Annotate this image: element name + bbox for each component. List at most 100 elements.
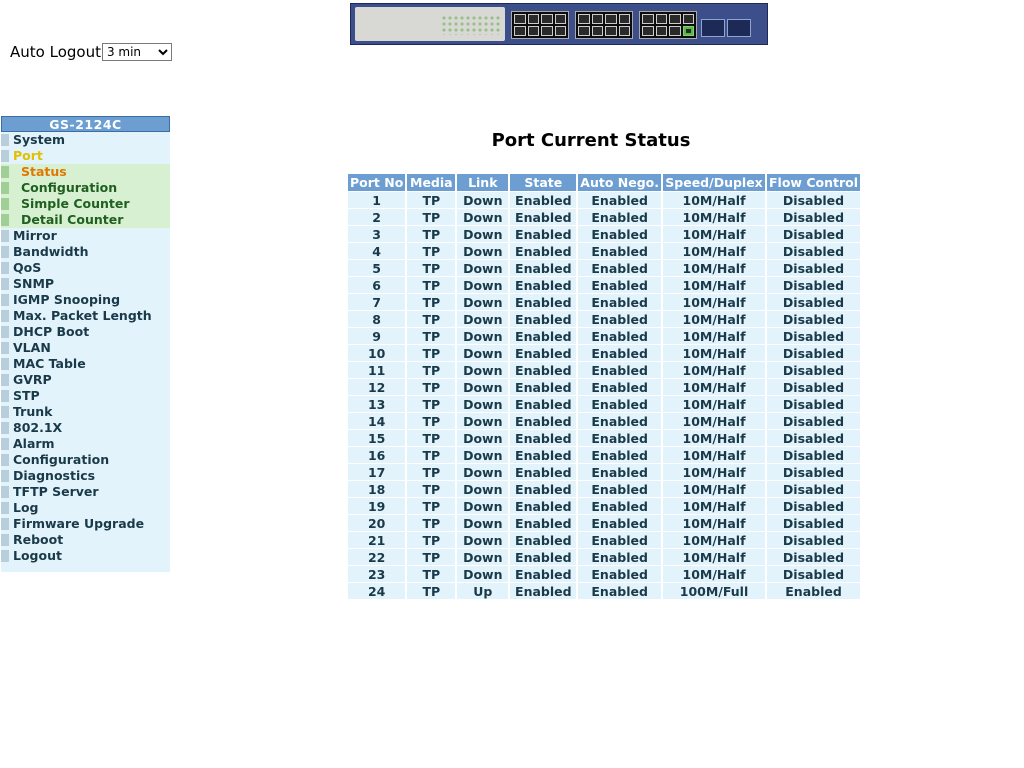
table-cell-port-no: 4 <box>348 243 406 259</box>
table-cell-auto-nego: Enabled <box>578 277 662 293</box>
sidebar-item-bandwidth[interactable]: Bandwidth <box>1 244 170 260</box>
table-row: 22 TP Down Enabled Enabled 10M/Half Disabled <box>348 549 861 565</box>
column-header-auto-nego: Auto Nego. <box>578 174 662 191</box>
sidebar-item-dhcp-boot[interactable]: DHCP Boot <box>1 324 170 340</box>
table-cell-auto-nego: Enabled <box>578 447 662 463</box>
sidebar-item-label: Mirror <box>13 228 57 243</box>
submenu-bullet-icon <box>1 182 9 194</box>
sidebar-item-logout[interactable]: Logout <box>1 548 170 564</box>
sidebar-item-configuration[interactable]: Configuration <box>1 452 170 468</box>
table-cell-state: Enabled <box>510 464 577 480</box>
table-cell-flow-control: Disabled <box>767 345 861 361</box>
table-cell-flow-control: Disabled <box>767 379 861 395</box>
auto-logout-control: Auto Logout 3 min <box>10 43 172 61</box>
sidebar-item-firmware-upgrade[interactable]: Firmware Upgrade <box>1 516 170 532</box>
table-cell-port-no: 23 <box>348 566 406 582</box>
sidebar-item-log[interactable]: Log <box>1 500 170 516</box>
port-24-link-up-indicator <box>682 26 694 36</box>
table-cell-port-no: 21 <box>348 532 406 548</box>
table-cell-state: Enabled <box>510 413 577 429</box>
sidebar-item-max-packet-length[interactable]: Max. Packet Length <box>1 308 170 324</box>
column-header-state: State <box>510 174 577 191</box>
table-cell-link: Down <box>457 464 509 480</box>
auto-logout-select[interactable]: 3 min <box>101 43 172 61</box>
table-row: 6 TP Down Enabled Enabled 10M/Half Disabled <box>348 277 861 293</box>
table-cell-media: TP <box>407 209 456 225</box>
table-cell-speed-duplex: 10M/Half <box>663 396 766 412</box>
table-row: 15 TP Down Enabled Enabled 10M/Half Disabled <box>348 430 861 446</box>
sidebar-item-port[interactable]: Port <box>1 148 170 164</box>
table-cell-speed-duplex: 10M/Half <box>663 515 766 531</box>
menu-bullet-icon <box>1 390 9 402</box>
sidebar-item-mirror[interactable]: Mirror <box>1 228 170 244</box>
table-cell-flow-control: Disabled <box>767 532 861 548</box>
table-cell-state: Enabled <box>510 362 577 378</box>
menu-bullet-icon <box>1 374 9 386</box>
table-cell-link: Down <box>457 498 509 514</box>
sidebar-item-mac-table[interactable]: MAC Table <box>1 356 170 372</box>
sidebar-item-diagnostics[interactable]: Diagnostics <box>1 468 170 484</box>
table-cell-state: Enabled <box>510 260 577 276</box>
column-header-flow-control: Flow Control <box>767 174 861 191</box>
menu-bullet-icon <box>1 438 9 450</box>
table-cell-auto-nego: Enabled <box>578 481 662 497</box>
table-row: 4 TP Down Enabled Enabled 10M/Half Disabled <box>348 243 861 259</box>
table-cell-speed-duplex: 10M/Half <box>663 566 766 582</box>
sidebar-item-label: MAC Table <box>13 356 86 371</box>
table-cell-speed-duplex: 10M/Half <box>663 328 766 344</box>
table-cell-speed-duplex: 10M/Half <box>663 362 766 378</box>
table-row: 3 TP Down Enabled Enabled 10M/Half Disabled <box>348 226 861 242</box>
table-row: 13 TP Down Enabled Enabled 10M/Half Disabled <box>348 396 861 412</box>
table-row: 5 TP Down Enabled Enabled 10M/Half Disabled <box>348 260 861 276</box>
table-cell-link: Down <box>457 362 509 378</box>
sidebar-item-snmp[interactable]: SNMP <box>1 276 170 292</box>
table-cell-state: Enabled <box>510 447 577 463</box>
table-cell-link: Down <box>457 345 509 361</box>
sidebar-item-tftp-server[interactable]: TFTP Server <box>1 484 170 500</box>
sidebar-item-802-1x[interactable]: 802.1X <box>1 420 170 436</box>
table-cell-port-no: 11 <box>348 362 406 378</box>
sidebar-item-label: Firmware Upgrade <box>13 516 145 531</box>
sidebar-subitem-status[interactable]: Status <box>1 164 170 180</box>
table-cell-state: Enabled <box>510 209 577 225</box>
sidebar-item-igmp-snooping[interactable]: IGMP Snooping <box>1 292 170 308</box>
sidebar-subitem-configuration[interactable]: Configuration <box>1 180 170 196</box>
table-cell-state: Enabled <box>510 481 577 497</box>
table-cell-flow-control: Disabled <box>767 481 861 497</box>
menu-bullet-icon <box>1 150 9 162</box>
sidebar-item-stp[interactable]: STP <box>1 388 170 404</box>
table-cell-port-no: 19 <box>348 498 406 514</box>
sidebar-item-label: TFTP Server <box>13 484 99 499</box>
table-cell-speed-duplex: 10M/Half <box>663 345 766 361</box>
sidebar-item-label: 802.1X <box>13 420 63 435</box>
table-cell-auto-nego: Enabled <box>578 498 662 514</box>
sidebar-item-label: Diagnostics <box>13 468 96 483</box>
table-cell-port-no: 20 <box>348 515 406 531</box>
table-row: 18 TP Down Enabled Enabled 10M/Half Disabled <box>348 481 861 497</box>
table-cell-port-no: 16 <box>348 447 406 463</box>
sidebar-item-reboot[interactable]: Reboot <box>1 532 170 548</box>
table-cell-media: TP <box>407 464 456 480</box>
sidebar-item-trunk[interactable]: Trunk <box>1 404 170 420</box>
sidebar-item-label: GVRP <box>13 372 52 387</box>
column-header-port-no: Port No <box>348 174 406 191</box>
sidebar-item-system[interactable]: System <box>1 132 170 148</box>
table-cell-link: Down <box>457 413 509 429</box>
sidebar-item-alarm[interactable]: Alarm <box>1 436 170 452</box>
status-leds <box>441 15 501 35</box>
sidebar-item-gvrp[interactable]: GVRP <box>1 372 170 388</box>
sidebar-subitem-simple-counter[interactable]: Simple Counter <box>1 196 170 212</box>
sidebar-subitem-detail-counter[interactable]: Detail Counter <box>1 212 170 228</box>
submenu-bullet-icon <box>1 198 9 210</box>
sidebar-item-qos[interactable]: QoS <box>1 260 170 276</box>
sidebar-item-label: Alarm <box>13 436 55 451</box>
sidebar-item-vlan[interactable]: VLAN <box>1 340 170 356</box>
table-cell-auto-nego: Enabled <box>578 192 662 208</box>
table-cell-flow-control: Disabled <box>767 413 861 429</box>
table-cell-link: Down <box>457 379 509 395</box>
table-cell-flow-control: Disabled <box>767 192 861 208</box>
table-cell-speed-duplex: 10M/Half <box>663 226 766 242</box>
table-cell-auto-nego: Enabled <box>578 566 662 582</box>
table-cell-port-no: 7 <box>348 294 406 310</box>
table-cell-state: Enabled <box>510 311 577 327</box>
